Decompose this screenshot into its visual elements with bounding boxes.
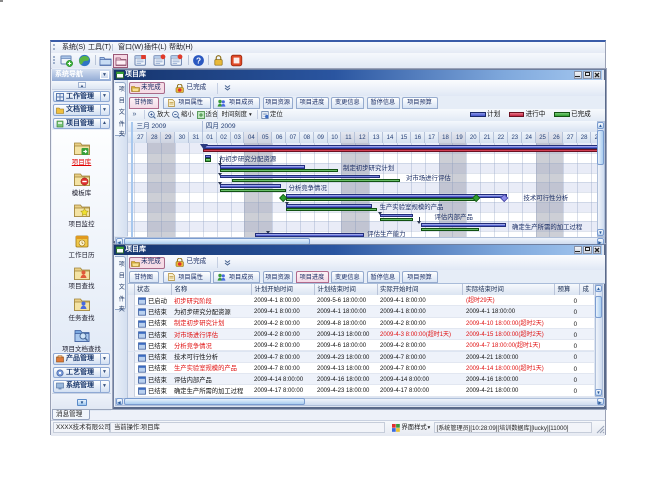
svg-text:?: ?	[196, 55, 201, 65]
